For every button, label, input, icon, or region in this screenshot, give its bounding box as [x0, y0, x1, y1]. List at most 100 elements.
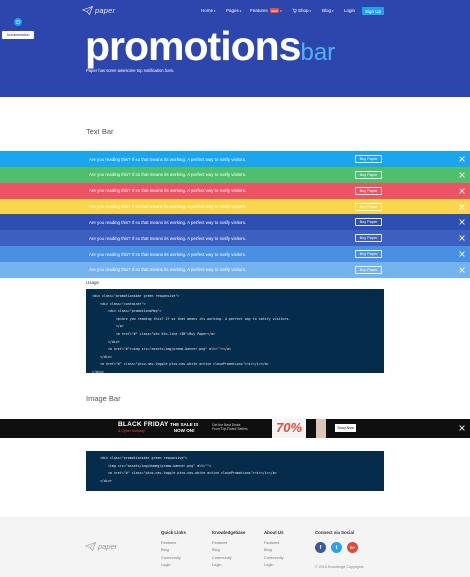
footer-link[interactable]: Features [264, 539, 284, 546]
nav-item-login[interactable]: Login [344, 8, 355, 13]
brand-logo[interactable]: paper [82, 6, 115, 15]
footer-column-knowledgebase: Knowledgebase Features Blog Community Lo… [212, 530, 245, 569]
promotion-message: Are you reading this? If so that means i… [89, 251, 247, 257]
brand-name: paper [95, 6, 116, 15]
footer-link[interactable]: Login [212, 561, 245, 568]
promotion-bar: Are you reading this? If so that means i… [0, 230, 470, 247]
nav-label: Blog [322, 8, 332, 13]
close-icon[interactable] [458, 203, 466, 211]
footer-column-title: Knowledgebase [212, 530, 246, 535]
footer-link[interactable]: Login [161, 561, 186, 568]
footer-column-title: Quick Links [161, 530, 186, 535]
footer-column-title: About Us [264, 530, 284, 535]
nav-label: Login [344, 8, 356, 13]
nav-item-shop[interactable]: Shop ▾ [292, 8, 311, 13]
code-line: </p> [92, 324, 124, 329]
page-title: promotionsbar [85, 26, 335, 67]
facebook-icon[interactable]: f [315, 542, 326, 553]
sale-line: NOW ON! [173, 427, 195, 433]
banner-deals-text: Get the Best Deals From Top-Rated Seller… [212, 423, 248, 432]
close-icon[interactable] [458, 250, 466, 258]
nav-item-features[interactable]: Features NEW ▾ [250, 8, 282, 13]
chevron-down-icon: ▾ [332, 8, 334, 13]
buy-paper-button[interactable]: Buy Paper [355, 250, 382, 259]
new-badge: NEW [269, 8, 280, 13]
promotion-message: Are you reading this? If so that means i… [89, 156, 247, 162]
close-icon[interactable] [458, 424, 466, 432]
buy-paper-button[interactable]: Buy Paper [355, 202, 382, 211]
chevron-down-icon: ▾ [214, 8, 216, 13]
footer-link[interactable]: Blog [212, 546, 245, 553]
footer-link[interactable]: Login [264, 561, 284, 568]
footer-link[interactable]: Features [161, 539, 186, 546]
nav-item-pages[interactable]: Pages ▾ [226, 8, 241, 13]
buy-paper-button[interactable]: Buy Paper [355, 155, 382, 163]
shop-now-button[interactable]: Shop Now [335, 424, 356, 432]
code-line: <div class="promotionsMsg"> [92, 309, 162, 314]
buy-paper-button[interactable]: Buy Paper [355, 218, 382, 227]
footer-link[interactable]: Features [212, 539, 245, 546]
copyright-text: © 2016 Knowledge Copyrights [315, 565, 364, 569]
promotion-message: Are you reading this? If so that means i… [89, 219, 247, 225]
buy-paper-button[interactable]: Buy Paper [355, 234, 382, 243]
documentation-button[interactable] [14, 18, 22, 26]
footer-link[interactable]: Blog [161, 546, 186, 553]
promotion-message: Are you reading this? If so that means i… [89, 188, 247, 194]
footer-brand-name: paper [98, 542, 118, 551]
promotion-bar: Are you reading this? If so that means i… [0, 246, 470, 263]
nav-item-blog[interactable]: Blog ▾ [322, 8, 334, 13]
twitter-icon[interactable]: t [331, 542, 342, 553]
footer-link[interactable]: Blog [264, 546, 284, 553]
page-title-main: promotions [85, 23, 301, 69]
image-promotion-bar[interactable]: BLACK FRIDAY & Cyber Monday THE SALE IS … [0, 419, 470, 438]
promotion-bar: Are you reading this? If so that means i… [0, 214, 470, 231]
deals-line: From Top-Rated Sellers [212, 427, 248, 432]
code-line: <a href="#" class="btn btn-line <3B">Buy… [92, 331, 216, 336]
chevron-down-icon: ▾ [280, 8, 282, 13]
promotion-bar: Are you reading this? If so that means i… [0, 166, 470, 183]
nav-label: Home [201, 8, 214, 13]
image-bar-heading: Image Bar [86, 394, 121, 403]
paper-plane-icon [85, 542, 96, 551]
buy-paper-button[interactable]: Buy Paper [355, 265, 382, 274]
buy-paper-button[interactable]: Buy Paper [355, 186, 382, 195]
close-icon[interactable] [458, 187, 466, 195]
promotion-message: Are you reading this? If so that means i… [89, 172, 247, 178]
banner-sale-text: THE SALE IS NOW ON! [170, 422, 198, 433]
banner-model-image [316, 419, 326, 438]
code-line: </div> [92, 478, 112, 483]
close-icon[interactable] [458, 266, 466, 274]
promotion-bar: Are you reading this? If so that means i… [0, 198, 470, 215]
nav-label: Pages [226, 8, 239, 13]
footer-column-title: Connect via Social [315, 530, 355, 535]
footer-link[interactable]: Community [161, 554, 186, 561]
nav-item-home[interactable]: Home ▾ [201, 8, 216, 13]
footer-column-connect: Connect via Social [315, 530, 354, 539]
cart-icon [292, 8, 297, 13]
close-icon[interactable] [458, 218, 466, 226]
code-line: </div> [92, 369, 104, 374]
google-plus-icon[interactable]: G+ [347, 542, 358, 553]
footer-logo[interactable]: paper [85, 542, 117, 551]
code-line: </div> [92, 354, 112, 359]
signup-button[interactable]: Sign Up [362, 7, 384, 15]
footer-link[interactable]: Community [264, 554, 284, 561]
nav-label: Features [250, 8, 268, 13]
footer-link[interactable]: Community [212, 554, 245, 561]
documentation-tooltip: Documentation [2, 31, 34, 39]
usage-label: Usage [86, 280, 100, 285]
close-icon[interactable] [458, 155, 466, 163]
code-line: <a href="#" class="ptco-nav-toggle ptco-… [92, 362, 269, 367]
sale-line: THE SALE IS [170, 422, 199, 427]
hero-header: paper Home ▾ Pages ▾ Features NEW ▾ Shop… [0, 0, 470, 97]
code-line: <img src="assets/img/dummy/promo-banner.… [92, 463, 212, 468]
code-line: <div class="container"> [92, 301, 146, 306]
close-icon[interactable] [458, 234, 466, 242]
footer-column-about-us: About Us Features Blog Community Login [264, 530, 284, 569]
paper-plane-icon [82, 6, 93, 15]
buy-paper-button[interactable]: Buy Paper [355, 170, 382, 179]
promotion-message: Are you reading this? If so that means i… [89, 204, 247, 210]
code-line: <p>Are you reading this? If so that mean… [92, 316, 291, 321]
close-icon[interactable] [458, 171, 466, 179]
code-block-image-bar: <div class="promotionsbar green responsi… [86, 451, 384, 491]
